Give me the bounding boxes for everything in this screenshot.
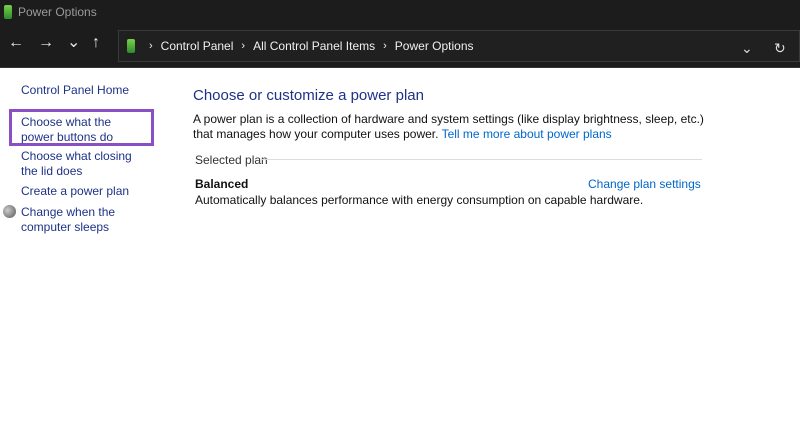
breadcrumb-all-items[interactable]: All Control Panel Items	[253, 39, 375, 53]
sidebar-control-panel-home[interactable]: Control Panel Home	[21, 83, 129, 98]
divider	[262, 159, 702, 160]
title-bar: Power Options	[0, 0, 800, 24]
page-title: Choose or customize a power plan	[193, 87, 424, 104]
sidebar-computer-sleeps[interactable]: Change when the computer sleeps	[21, 205, 156, 235]
plan-name: Balanced	[195, 177, 249, 191]
window-title: Power Options	[18, 5, 97, 19]
address-bar[interactable]: › Control Panel › All Control Panel Item…	[118, 30, 800, 62]
navigation-bar: ← → ⌄ ↑ › Control Panel › All Control Pa…	[0, 24, 800, 68]
forward-icon[interactable]: →	[38, 34, 54, 52]
description: A power plan is a collection of hardware…	[193, 112, 704, 141]
up-icon[interactable]: ↑	[92, 34, 100, 52]
change-plan-settings-link[interactable]: Change plan settings	[588, 177, 701, 191]
power-options-icon	[127, 39, 135, 53]
plan-description: Automatically balances performance with …	[195, 193, 644, 207]
chevron-right-icon: ›	[383, 40, 387, 52]
sidebar-create-plan[interactable]: Create a power plan	[21, 184, 129, 199]
sidebar-power-buttons[interactable]: Choose what the power buttons do	[21, 115, 146, 145]
back-icon[interactable]: ←	[8, 34, 24, 52]
breadcrumb-power-options[interactable]: Power Options	[395, 39, 474, 53]
address-dropdown-icon[interactable]: ⌄	[741, 40, 753, 57]
recent-locations-icon[interactable]: ⌄	[67, 32, 80, 52]
chevron-right-icon: ›	[149, 40, 153, 52]
sidebar-closing-lid[interactable]: Choose what closing the lid does	[21, 149, 151, 179]
sleep-icon	[3, 205, 16, 218]
breadcrumb-control-panel[interactable]: Control Panel	[161, 39, 234, 53]
chevron-right-icon: ›	[241, 40, 246, 52]
selected-plan-label: Selected plan	[195, 153, 268, 167]
learn-more-link[interactable]: Tell me more about power plans	[442, 127, 612, 141]
power-options-icon	[4, 5, 12, 19]
refresh-icon[interactable]: ↻	[774, 40, 786, 57]
